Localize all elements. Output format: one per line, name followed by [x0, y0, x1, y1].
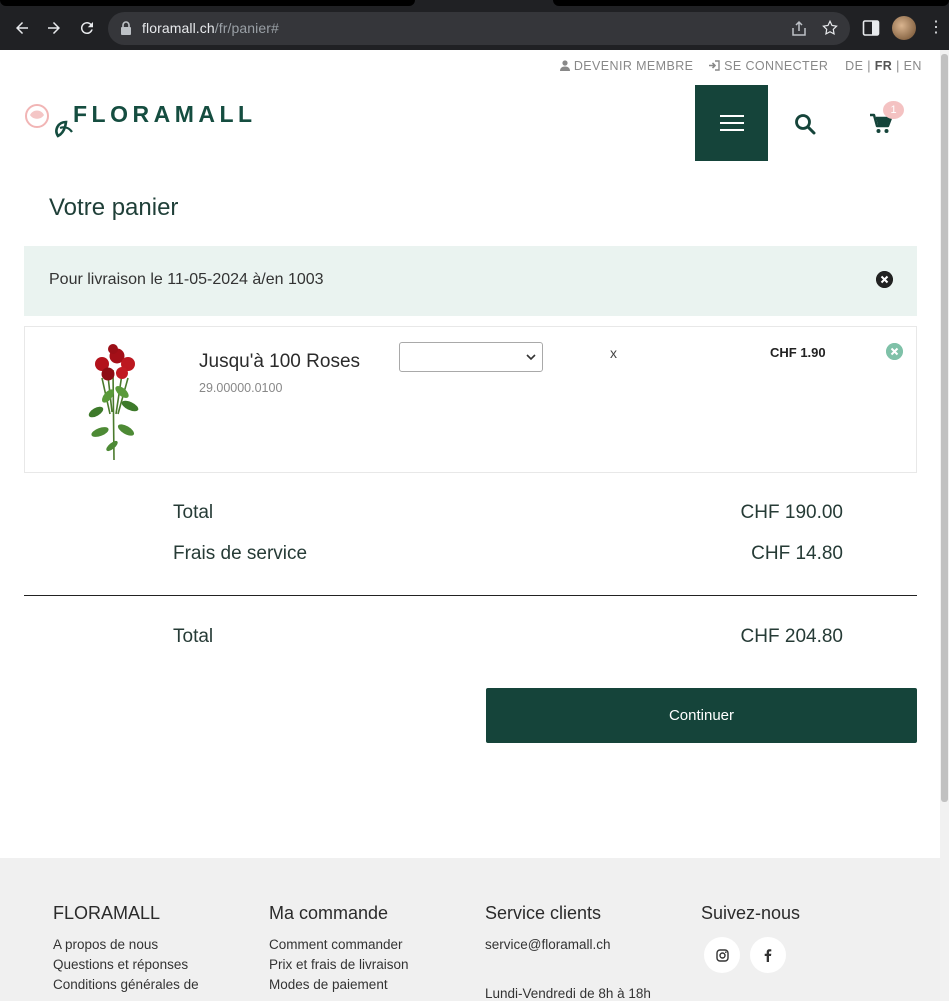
close-delivery-icon[interactable] [876, 271, 893, 288]
back-icon[interactable] [10, 16, 34, 40]
item-price: CHF 1.90 [770, 345, 826, 360]
service-fee-label: Frais de service [173, 543, 308, 564]
footer-link[interactable]: Comment commander [269, 935, 409, 955]
lang-separator: | [867, 59, 871, 73]
grand-total-label: Total [173, 626, 214, 647]
page-title: Votre panier [49, 194, 179, 221]
tab-strip [0, 0, 949, 7]
lang-de-link[interactable]: DE [845, 59, 863, 73]
tab-active[interactable] [0, 0, 415, 6]
footer-col-floramall: FLORAMALL A propos de nous Questions et … [53, 903, 199, 995]
site-footer: FLORAMALL A propos de nous Questions et … [0, 858, 940, 1001]
page-scrollbar[interactable] [940, 50, 949, 1001]
footer-heading: Ma commande [269, 903, 389, 923]
footer-link[interactable]: A propos de nous [53, 935, 199, 955]
product-name[interactable]: Jusqu'à 100 Roses [199, 351, 360, 373]
footer-heading: Service clients [485, 903, 602, 923]
footer-col-social: Suivez-nous [701, 903, 800, 935]
footer-link[interactable]: Prix et frais de livraison [269, 955, 409, 975]
footer-link[interactable]: Questions et réponses [53, 955, 199, 975]
footer-hours: Lundi-Vendredi de 8h à 18h [485, 986, 651, 1001]
reload-icon[interactable] [75, 16, 99, 40]
roses-product-image [88, 344, 139, 460]
menu-button[interactable] [695, 85, 768, 161]
profile-avatar[interactable] [892, 16, 916, 40]
forward-icon[interactable] [42, 16, 66, 40]
become-member-link[interactable]: DEVENIR MEMBRE [560, 59, 693, 73]
instagram-icon[interactable] [704, 937, 740, 973]
summary-divider [24, 595, 917, 596]
delivery-banner: Pour livraison le 11-05-2024 à/en 1003 [24, 246, 917, 316]
sign-in-icon [709, 60, 720, 71]
lock-icon[interactable] [120, 21, 132, 35]
flower-logo-icon [25, 104, 73, 138]
tab-inactive[interactable] [553, 0, 949, 6]
subtotal-value: CHF 190.00 [740, 502, 843, 523]
product-sku: 29.00000.0100 [199, 381, 283, 395]
facebook-icon[interactable] [750, 937, 786, 973]
language-switcher: DE | FR | EN [845, 59, 922, 73]
chevron-down-icon [526, 354, 536, 361]
lang-en-link[interactable]: EN [904, 59, 922, 73]
footer-heading: Suivez-nous [701, 903, 801, 923]
delivery-text: Pour livraison le 11-05-2024 à/en 1003 [49, 271, 324, 288]
address-bar[interactable]: floramall.ch/fr/panier# [108, 12, 850, 45]
browser-toolbar: floramall.ch/fr/panier# ⋮ [0, 0, 949, 50]
quantity-multiplier: x [610, 345, 617, 361]
continue-button[interactable]: Continuer [486, 688, 917, 743]
more-menu-icon[interactable]: ⋮ [928, 18, 944, 38]
hamburger-icon [719, 115, 744, 131]
footer-col-service: Service clients service@floramall.ch Lun… [485, 903, 651, 1004]
side-panel-icon[interactable] [862, 19, 880, 37]
share-icon[interactable] [790, 20, 808, 38]
scrollbar-thumb[interactable] [941, 54, 948, 802]
user-icon [560, 60, 570, 71]
footer-col-order: Ma commande Comment commander Prix et fr… [269, 903, 409, 995]
url-text[interactable]: floramall.ch/fr/panier# [142, 20, 279, 36]
option-select[interactable] [399, 342, 543, 372]
subtotal-label: Total [173, 502, 214, 523]
grand-total-value: CHF 204.80 [740, 626, 843, 647]
service-fee-value: CHF 14.80 [751, 543, 843, 564]
cart-count-badge: 1 [883, 101, 904, 119]
footer-link[interactable]: Conditions générales de [53, 975, 199, 995]
footer-email-link[interactable]: service@floramall.ch [485, 935, 651, 955]
logo-wordmark: FLORAMALL [73, 101, 257, 127]
footer-link[interactable]: Modes de paiement [269, 975, 409, 995]
bookmark-star-icon[interactable] [821, 19, 839, 37]
footer-heading: FLORAMALL [53, 903, 161, 923]
cart-item: Jusqu'à 100 Roses 29.00000.0100 x CHF 1.… [24, 326, 917, 473]
top-links: DEVENIR MEMBRE SE CONNECTER DE | FR | EN [560, 59, 922, 73]
login-link[interactable]: SE CONNECTER [708, 59, 828, 73]
site-logo[interactable]: FLORAMALL [24, 100, 264, 140]
search-icon[interactable] [793, 112, 817, 136]
lang-separator: | [896, 59, 900, 73]
remove-item-icon[interactable] [886, 343, 903, 360]
lang-fr-link[interactable]: FR [875, 59, 892, 73]
